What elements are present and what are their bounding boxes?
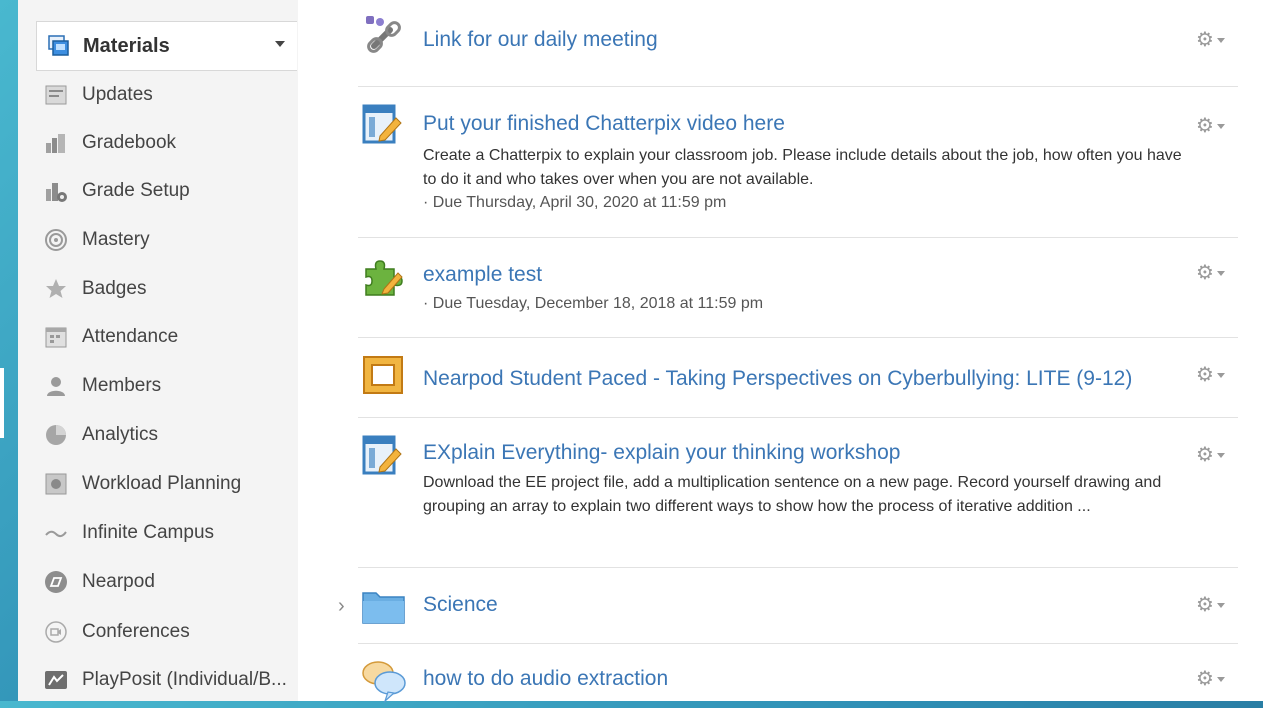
- sidebar-item-label: Conferences: [82, 621, 190, 642]
- badge-icon: [44, 277, 68, 301]
- sidebar-item-label: Mastery: [82, 229, 150, 250]
- sidebar: Materials Updates Gradebook Grade Setup …: [18, 0, 299, 701]
- sidebar-item-mastery[interactable]: Mastery: [44, 220, 150, 260]
- updates-icon: [44, 83, 68, 107]
- nearpod-icon: [44, 570, 68, 594]
- sidebar-item-label: Infinite Campus: [82, 522, 215, 543]
- grade-setup-icon: [44, 179, 68, 203]
- gear-icon[interactable]: ⚙: [1196, 30, 1228, 50]
- attendance-icon: [44, 325, 68, 349]
- gear-icon[interactable]: ⚙: [1196, 595, 1228, 615]
- sidebar-item-label: Workload Planning: [82, 473, 242, 494]
- chevron-down-icon[interactable]: [275, 41, 285, 47]
- material-title-link[interactable]: Put your finished Chatterpix video here: [423, 112, 785, 136]
- list-item: Put your finished Chatterpix video here …: [358, 86, 1238, 238]
- sidebar-item-label: Analytics: [82, 424, 159, 445]
- link-icon: [360, 12, 408, 58]
- sidebar-item-label: Badges: [82, 278, 147, 299]
- sidebar-item-materials[interactable]: Materials: [36, 21, 297, 71]
- infinite-campus-icon: [44, 521, 68, 545]
- app-window: Materials Updates Gradebook Grade Setup …: [18, 0, 1263, 703]
- chevron-down-icon: [1217, 271, 1225, 276]
- list-item: Nearpod Student Paced - Taking Perspecti…: [358, 337, 1238, 418]
- list-item: Link for our daily meeting ⚙: [358, 0, 1238, 87]
- material-title-link[interactable]: EXplain Everything- explain your thinkin…: [423, 441, 900, 465]
- sidebar-item-workload-planning[interactable]: Workload Planning: [44, 464, 241, 504]
- assignment-icon: [360, 102, 408, 148]
- sidebar-top-divider: [276, 0, 299, 20]
- material-description: Download the EE project file, add a mult…: [423, 474, 1162, 515]
- expand-folder-chevron[interactable]: ›: [338, 595, 345, 618]
- list-item: EXplain Everything- explain your thinkin…: [358, 417, 1238, 568]
- list-item: example test · Due Tuesday, December 18,…: [358, 237, 1238, 338]
- discussion-icon: [360, 657, 408, 703]
- sidebar-item-label: Grade Setup: [82, 180, 190, 201]
- sidebar-item-label: Nearpod: [82, 571, 155, 592]
- puzzle-icon: [360, 255, 408, 301]
- gear-icon[interactable]: ⚙: [1196, 365, 1228, 385]
- material-title-link[interactable]: how to do audio extraction: [423, 667, 668, 691]
- materials-list: Link for our daily meeting ⚙ Put your fi…: [298, 0, 1263, 703]
- sidebar-item-gradebook[interactable]: Gradebook: [44, 123, 176, 163]
- gear-icon[interactable]: ⚙: [1196, 116, 1228, 136]
- analytics-icon: [44, 423, 68, 447]
- chevron-down-icon: [1217, 124, 1225, 129]
- gear-icon[interactable]: ⚙: [1196, 445, 1228, 465]
- nearpod-frame-icon: [360, 353, 408, 399]
- sidebar-item-conferences[interactable]: Conferences: [44, 612, 190, 652]
- sidebar-item-infinite-campus[interactable]: Infinite Campus: [44, 513, 214, 553]
- materials-icon: [47, 34, 71, 58]
- left-edge-marker: [0, 368, 4, 438]
- sidebar-item-label: Materials: [83, 34, 170, 57]
- sidebar-item-playposit[interactable]: PlayPosit (Individual/B...: [44, 660, 287, 700]
- material-title-link[interactable]: Science: [423, 593, 498, 617]
- chevron-down-icon: [1217, 38, 1225, 43]
- assignment-icon: [360, 433, 408, 479]
- sidebar-item-updates[interactable]: Updates: [44, 75, 153, 115]
- playposit-icon: [44, 668, 68, 692]
- gradebook-icon: [44, 131, 68, 155]
- gear-icon[interactable]: ⚙: [1196, 669, 1228, 689]
- members-icon: [44, 374, 68, 398]
- material-description: Create a Chatterpix to explain your clas…: [423, 147, 1182, 188]
- sidebar-item-members[interactable]: Members: [44, 366, 161, 406]
- sidebar-item-label: Gradebook: [82, 132, 177, 153]
- sidebar-item-analytics[interactable]: Analytics: [44, 415, 158, 455]
- material-due-date: · Due Tuesday, December 18, 2018 at 11:5…: [423, 295, 764, 312]
- sidebar-item-label: Attendance: [82, 326, 179, 347]
- material-due-date: · Due Thursday, April 30, 2020 at 11:59 …: [423, 194, 727, 211]
- material-title-link[interactable]: Link for our daily meeting: [423, 28, 658, 52]
- chevron-down-icon: [1217, 603, 1225, 608]
- sidebar-item-label: Members: [82, 375, 162, 396]
- chevron-down-icon: [1217, 453, 1225, 458]
- chevron-down-icon: [1217, 373, 1225, 378]
- list-item: Science ⚙: [358, 567, 1238, 644]
- mastery-icon: [44, 228, 68, 252]
- folder-icon: [360, 585, 408, 631]
- background-strip: [0, 0, 18, 701]
- sidebar-item-badges[interactable]: Badges: [44, 269, 146, 309]
- conferences-icon: [44, 620, 68, 644]
- gear-icon[interactable]: ⚙: [1196, 263, 1228, 283]
- workload-icon: [44, 472, 68, 496]
- list-item: how to do audio extraction ⚙: [358, 643, 1238, 703]
- sidebar-item-label: Updates: [82, 84, 153, 105]
- material-title-link[interactable]: example test: [423, 263, 542, 287]
- sidebar-item-grade-setup[interactable]: Grade Setup: [44, 171, 190, 211]
- sidebar-item-label: PlayPosit (Individual/B...: [82, 669, 287, 690]
- material-title-link[interactable]: Nearpod Student Paced - Taking Perspecti…: [423, 367, 1132, 391]
- chevron-down-icon: [1217, 677, 1225, 682]
- sidebar-item-attendance[interactable]: Attendance: [44, 317, 178, 357]
- sidebar-item-nearpod[interactable]: Nearpod: [44, 562, 155, 602]
